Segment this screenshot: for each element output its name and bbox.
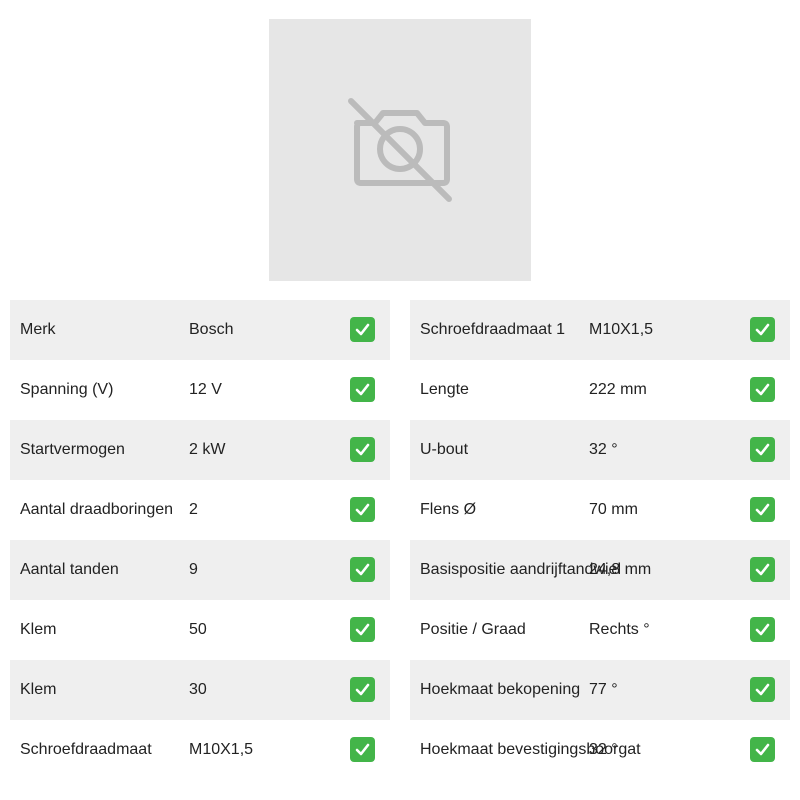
spec-value: 30 [189, 681, 207, 698]
spec-label: Schroefdraadmaat 1 [420, 321, 565, 338]
specs-table-right: Schroefdraadmaat 1 M10X1,5 Lengte 222 mm U-b… [410, 300, 790, 780]
spec-label: Merk [20, 321, 56, 338]
spec-value: Bosch [189, 321, 234, 338]
spec-value: 12 V [189, 381, 222, 398]
check-icon [750, 737, 775, 762]
check-icon [350, 377, 375, 402]
check-icon [350, 737, 375, 762]
spec-label: Spanning (V) [20, 381, 114, 398]
spec-row: Spanning (V) 12 V [10, 360, 390, 420]
spec-label: Startvermogen [20, 441, 125, 458]
spec-value: 9 [189, 561, 198, 578]
check-icon [350, 317, 375, 342]
spec-value: 32 ° [589, 441, 618, 458]
spec-row: Positie / Graad Rechts ° [410, 600, 790, 660]
spec-value: 24,8 mm [589, 561, 652, 578]
spec-row: Hoekmaat bevestigingsboorgat 32 ° [410, 720, 790, 780]
spec-row: Flens Ø 70 mm [410, 480, 790, 540]
check-icon [750, 617, 775, 642]
check-icon [750, 677, 775, 702]
spec-value: M10X1,5 [189, 741, 254, 758]
spec-value: M10X1,5 [589, 321, 654, 338]
spec-value: 70 mm [589, 501, 638, 518]
check-icon [350, 437, 375, 462]
check-icon [750, 497, 775, 522]
spec-row: Schroefdraadmaat M10X1,5 [10, 720, 390, 780]
check-icon [350, 497, 375, 522]
spec-row: Klem 30 [10, 660, 390, 720]
spec-value: 222 mm [589, 381, 647, 398]
spec-row: Startvermogen 2 kW [10, 420, 390, 480]
check-icon [750, 437, 775, 462]
spec-label: Klem [20, 681, 57, 698]
spec-row: Basispositie aandrijftandwiel 24,8 mm [410, 540, 790, 600]
camera-off-icon [348, 98, 452, 202]
spec-label: Hoekmaat bekopening [420, 681, 581, 698]
spec-label: Flens Ø [420, 501, 477, 518]
check-icon [750, 317, 775, 342]
spec-row: U-bout 32 ° [410, 420, 790, 480]
check-icon [350, 557, 375, 582]
spec-row: Merk Bosch [10, 300, 390, 360]
spec-label: Aantal tanden [20, 561, 119, 578]
spec-value: 2 kW [189, 441, 226, 458]
spec-value: 32 ° [589, 741, 618, 758]
check-icon [750, 377, 775, 402]
spec-label: Aantal draadboringen [20, 501, 174, 518]
product-image-placeholder [269, 19, 531, 281]
spec-value: 50 [189, 621, 207, 638]
spec-row: Aantal tanden 9 [10, 540, 390, 600]
spec-label: Klem [20, 621, 57, 638]
spec-row: Lengte 222 mm [410, 360, 790, 420]
check-icon [350, 617, 375, 642]
spec-value: 2 [189, 501, 198, 518]
spec-label: Schroefdraadmaat [20, 741, 152, 758]
spec-label: U-bout [420, 441, 469, 458]
check-icon [750, 557, 775, 582]
specs-table-left: Merk Bosch Spanning (V) 12 V Startvermogen 2 … [10, 300, 390, 780]
check-icon [350, 677, 375, 702]
spec-row: Hoekmaat bekopening 77 ° [410, 660, 790, 720]
spec-label: Positie / Graad [420, 621, 526, 638]
spec-row: Aantal draadboringen 2 [10, 480, 390, 540]
spec-row: Klem 50 [10, 600, 390, 660]
spec-value: Rechts ° [589, 621, 650, 638]
spec-label: Lengte [420, 381, 469, 398]
spec-row: Schroefdraadmaat 1 M10X1,5 [410, 300, 790, 360]
spec-value: 77 ° [589, 681, 618, 698]
